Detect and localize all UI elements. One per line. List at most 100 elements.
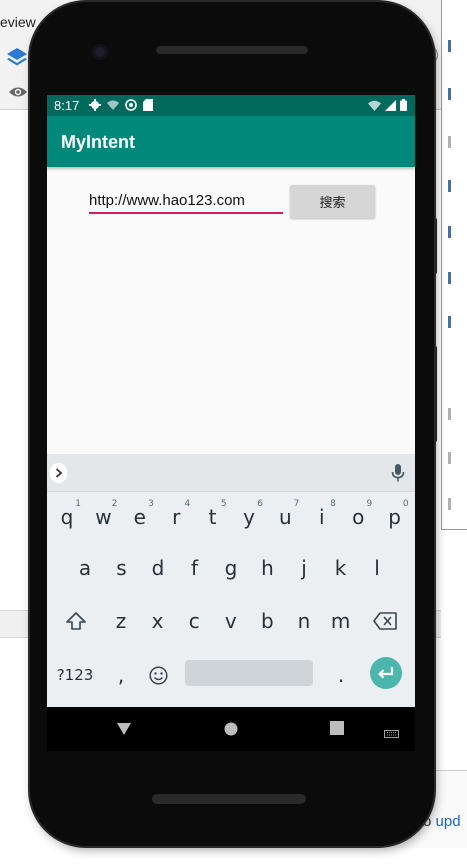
- key-i[interactable]: i8: [304, 492, 340, 542]
- key-z[interactable]: z: [103, 596, 139, 646]
- symbols-key[interactable]: ?123: [53, 650, 97, 700]
- ide-preview-label: eview: [0, 14, 36, 30]
- signal-icon: [385, 99, 396, 114]
- front-camera: [92, 44, 108, 60]
- key-label: u: [279, 505, 292, 529]
- period-key[interactable]: .: [329, 650, 353, 700]
- wifi-off-icon: [107, 99, 119, 111]
- backspace-icon[interactable]: [370, 596, 400, 646]
- url-input[interactable]: [89, 190, 283, 214]
- keyboard-switch-icon[interactable]: [384, 725, 399, 738]
- status-bar: 8:17: [47, 95, 415, 116]
- enter-icon[interactable]: [370, 657, 402, 689]
- key-label: w: [95, 505, 112, 529]
- key-label: r: [172, 505, 181, 529]
- gear-icon: [89, 99, 101, 111]
- key-l[interactable]: l: [359, 543, 395, 593]
- key-r[interactable]: r4: [158, 492, 194, 542]
- key-hint: 2: [111, 499, 118, 509]
- battery-icon: [400, 99, 407, 114]
- notice-link[interactable]: upd: [436, 813, 461, 830]
- toolbar-tool-icon[interactable]: [448, 226, 462, 238]
- key-m[interactable]: m: [323, 596, 359, 646]
- key-h[interactable]: h: [250, 543, 286, 593]
- key-t[interactable]: t5: [195, 492, 231, 542]
- device-screen: 8:17 MyIntent 搜索: [47, 95, 415, 751]
- toolbar-tool-icon[interactable]: [448, 272, 462, 284]
- key-hint: 3: [148, 499, 154, 509]
- status-icons-right: [368, 99, 407, 114]
- key-c[interactable]: c: [176, 596, 212, 646]
- toolbar-tool-icon[interactable]: [448, 316, 462, 328]
- key-d[interactable]: d: [140, 543, 176, 593]
- key-label: q: [60, 505, 74, 529]
- key-n[interactable]: n: [286, 596, 322, 646]
- navigation-bar: [47, 707, 415, 751]
- home-icon[interactable]: [223, 721, 241, 737]
- keyboard-row-2: asdfghjkl: [47, 543, 415, 593]
- toolbar-tool-icon[interactable]: [448, 408, 462, 420]
- search-button[interactable]: 搜索: [290, 185, 375, 218]
- key-j[interactable]: j: [286, 543, 322, 593]
- keyboard-row-3: zxcvbnm: [47, 596, 415, 646]
- key-label: t: [208, 505, 217, 529]
- emoji-icon[interactable]: [145, 650, 171, 700]
- key-label: y: [243, 505, 255, 529]
- key-hint: 9: [366, 499, 373, 509]
- ide-notification-text: o upd: [423, 813, 461, 830]
- key-hint: 5: [220, 499, 227, 509]
- toolbar-tool-icon[interactable]: [448, 498, 462, 510]
- bottom-speaker: [152, 794, 306, 804]
- key-q[interactable]: q1: [49, 492, 85, 542]
- app-bar: MyIntent: [47, 116, 415, 167]
- key-v[interactable]: v: [213, 596, 249, 646]
- key-s[interactable]: s: [104, 543, 140, 593]
- sd-card-icon: [143, 99, 155, 111]
- top-speaker: [156, 46, 308, 54]
- keyboard-suggestion-strip: [47, 454, 415, 492]
- key-hint: 0: [402, 499, 409, 509]
- ide-right-toolbar: [441, 0, 467, 530]
- key-y[interactable]: y6: [231, 492, 267, 542]
- key-hint: 1: [75, 499, 81, 509]
- toolbar-tool-icon[interactable]: [448, 88, 462, 100]
- back-icon[interactable]: [115, 721, 133, 737]
- toolbar-tool-icon[interactable]: [448, 452, 462, 464]
- key-w[interactable]: w2: [85, 492, 121, 542]
- wifi-icon: [368, 99, 381, 114]
- key-label: i: [319, 505, 325, 529]
- key-k[interactable]: k: [323, 543, 359, 593]
- keyboard-row-4: ?123 , .: [47, 650, 415, 700]
- key-e[interactable]: e3: [122, 492, 158, 542]
- keyboard-row-1: q1w2e3r4t5y6u7i8o9p0: [47, 492, 415, 542]
- key-u[interactable]: u7: [267, 492, 303, 542]
- layers-icon[interactable]: [6, 46, 28, 68]
- key-g[interactable]: g: [213, 543, 249, 593]
- toolbar-tool-icon[interactable]: [448, 180, 462, 192]
- chevron-right-icon[interactable]: [50, 463, 67, 483]
- desktop-stage: eview o upd 8:17 MyIntent http://www.hao…: [0, 0, 467, 864]
- comma-key[interactable]: ,: [109, 650, 133, 700]
- key-f[interactable]: f: [177, 543, 213, 593]
- status-time: 8:17: [54, 98, 80, 113]
- key-x[interactable]: x: [140, 596, 176, 646]
- key-o[interactable]: o9: [340, 492, 376, 542]
- app-title: MyIntent: [61, 132, 135, 152]
- space-key[interactable]: [185, 660, 313, 686]
- status-icons-left: [89, 99, 155, 111]
- key-p[interactable]: p0: [377, 492, 413, 542]
- key-hint: 4: [184, 499, 191, 509]
- recents-icon[interactable]: [330, 721, 348, 737]
- eye-icon[interactable]: [8, 84, 28, 100]
- toolbar-tool-icon[interactable]: [448, 40, 462, 52]
- toolbar-tool-icon[interactable]: [448, 136, 462, 148]
- key-hint: 6: [257, 499, 263, 509]
- key-label: o: [352, 505, 365, 529]
- key-hint: 8: [330, 499, 336, 509]
- key-hint: 7: [293, 499, 300, 509]
- key-label: p: [388, 505, 401, 529]
- key-b[interactable]: b: [249, 596, 285, 646]
- microphone-icon[interactable]: [391, 464, 405, 482]
- shift-icon[interactable]: [61, 596, 91, 646]
- key-a[interactable]: a: [67, 543, 103, 593]
